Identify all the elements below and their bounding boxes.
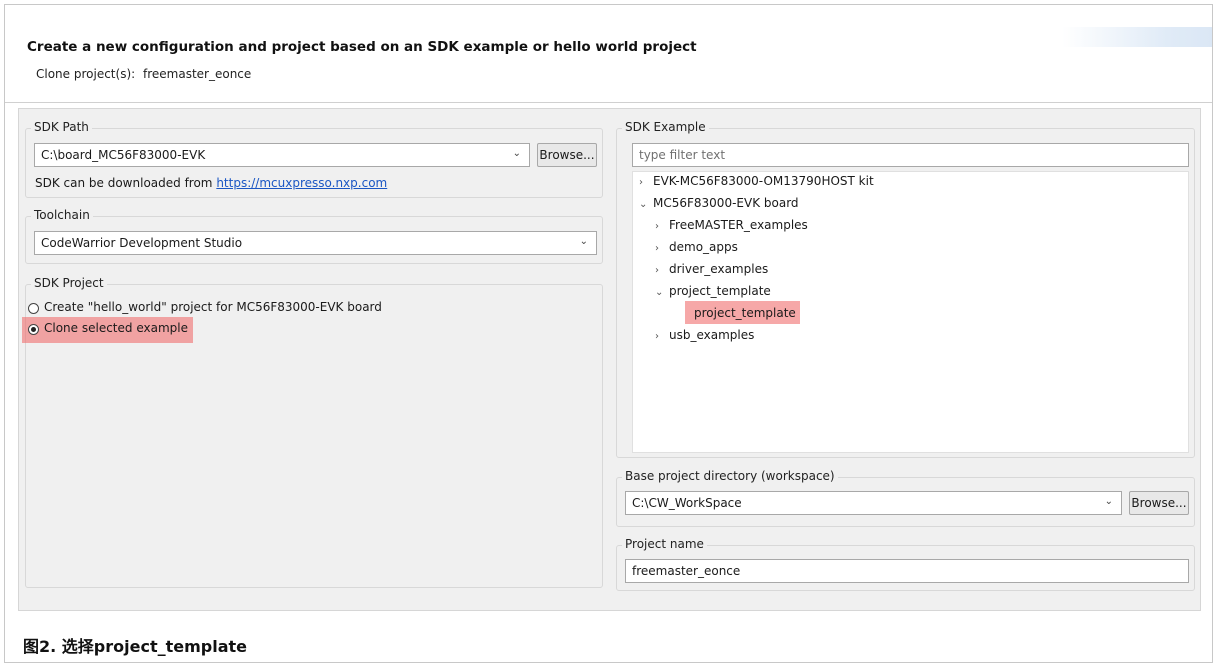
chevron-down-icon[interactable]: ⌄	[1105, 496, 1113, 507]
clone-label: Clone project(s):	[36, 67, 136, 81]
filter-placeholder: type filter text	[639, 148, 726, 162]
clone-info: Clone project(s): freemaster_eonce	[36, 67, 251, 81]
header-banner-gradient	[1062, 27, 1212, 47]
base-dir-group: Base project directory (workspace) C:\CW…	[616, 469, 1195, 527]
sdk-path-label: SDK Path	[31, 120, 92, 134]
example-tree[interactable]: › EVK-MC56F83000-OM13790HOST kit ⌄ MC56F83…	[632, 171, 1189, 453]
project-name-group: Project name freemaster_eonce	[616, 537, 1195, 591]
wizard-body: SDK Path C:\board_MC56F83000-EVK ⌄ Brows…	[18, 108, 1201, 611]
chevron-right-icon[interactable]: ›	[655, 221, 669, 232]
sdk-download-text: SDK can be downloaded from https://mcuxp…	[35, 176, 387, 190]
clone-example-radio-label[interactable]: Clone selected example	[44, 321, 188, 335]
sdk-example-group: SDK Example type filter text › EVK-MC56F8…	[616, 120, 1195, 458]
hello-world-radio[interactable]	[28, 303, 39, 314]
toolchain-combo[interactable]: CodeWarrior Development Studio ⌄	[34, 231, 597, 255]
clone-example-radio[interactable]	[28, 324, 39, 335]
tree-item-project-template[interactable]: project_template	[694, 306, 796, 326]
toolchain-group: Toolchain CodeWarrior Development Studio…	[25, 208, 603, 264]
tree-item-freemaster[interactable]: › FreeMASTER_examples	[655, 218, 808, 238]
wizard-frame: Create a new configuration and project b…	[4, 4, 1213, 663]
page-title: Create a new configuration and project b…	[27, 39, 697, 55]
toolchain-label: Toolchain	[31, 208, 93, 222]
sdk-path-group: SDK Path C:\board_MC56F83000-EVK ⌄ Brows…	[25, 120, 603, 198]
chevron-down-icon[interactable]: ⌄	[639, 199, 653, 210]
chevron-right-icon[interactable]: ›	[655, 265, 669, 276]
project-name-value: freemaster_eonce	[632, 564, 741, 578]
sdk-project-label: SDK Project	[31, 276, 107, 290]
chevron-right-icon[interactable]: ›	[639, 177, 653, 188]
base-dir-value: C:\CW_WorkSpace	[632, 496, 742, 510]
tree-item-driver-examples[interactable]: › driver_examples	[655, 262, 768, 282]
sdk-download-label: SDK can be downloaded from	[35, 176, 213, 190]
sdk-example-label: SDK Example	[622, 120, 709, 134]
toolchain-value: CodeWarrior Development Studio	[41, 236, 243, 250]
sdk-path-browse-button[interactable]: Browse...	[537, 143, 597, 167]
figure-caption: 图2. 选择project_template	[23, 637, 247, 656]
example-filter-input[interactable]: type filter text	[632, 143, 1189, 167]
project-name-label: Project name	[622, 537, 707, 551]
tree-item-demo-apps[interactable]: › demo_apps	[655, 240, 738, 260]
chevron-down-icon[interactable]: ⌄	[655, 287, 669, 298]
sdk-path-combo[interactable]: C:\board_MC56F83000-EVK ⌄	[34, 143, 530, 167]
project-name-input[interactable]: freemaster_eonce	[625, 559, 1189, 583]
chevron-down-icon[interactable]: ⌄	[513, 148, 521, 159]
tree-item-evk-kit[interactable]: › EVK-MC56F83000-OM13790HOST kit	[639, 174, 874, 194]
base-dir-browse-button[interactable]: Browse...	[1129, 491, 1189, 515]
clone-value: freemaster_eonce	[143, 67, 252, 81]
hello-world-radio-label[interactable]: Create "hello_world" project for MC56F83…	[44, 300, 382, 314]
chevron-right-icon[interactable]: ›	[655, 243, 669, 254]
chevron-down-icon[interactable]: ⌄	[580, 236, 588, 247]
tree-item-evk-board[interactable]: ⌄ MC56F83000-EVK board	[639, 196, 799, 216]
base-dir-label: Base project directory (workspace)	[622, 469, 838, 483]
base-dir-combo[interactable]: C:\CW_WorkSpace ⌄	[625, 491, 1122, 515]
sdk-path-value: C:\board_MC56F83000-EVK	[41, 148, 206, 162]
tree-item-usb-examples[interactable]: › usb_examples	[655, 328, 754, 348]
sdk-project-group: SDK Project Create "hello_world" project…	[22, 276, 603, 588]
wizard-header: Create a new configuration and project b…	[5, 5, 1212, 103]
chevron-right-icon[interactable]: ›	[655, 331, 669, 342]
sdk-download-link[interactable]: https://mcuxpresso.nxp.com	[216, 176, 387, 190]
